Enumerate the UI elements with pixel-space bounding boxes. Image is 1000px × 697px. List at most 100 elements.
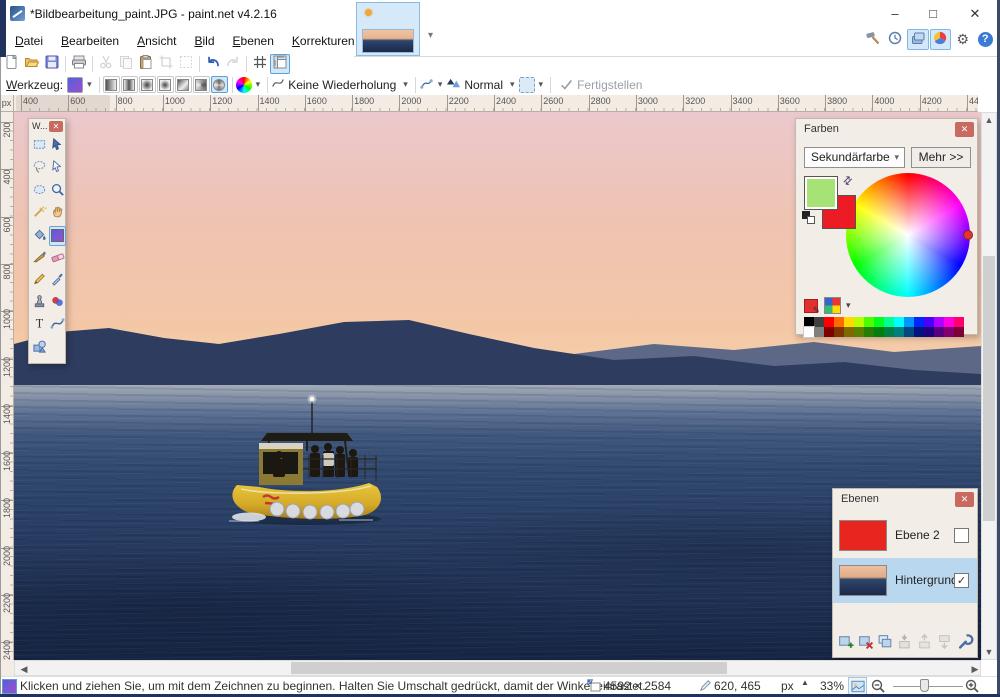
gradient-shape-linear-reflected[interactable]: [175, 76, 192, 93]
swap-colors-icon[interactable]: ⇄: [840, 173, 856, 189]
canvas-image[interactable]: W... ✕ T Farben ✕ Sekundärfarbe▾ Mehr >>…: [14, 112, 981, 660]
palette-swatch[interactable]: [844, 317, 854, 327]
vertical-scroll-thumb[interactable]: [983, 256, 995, 521]
undo-button[interactable]: [203, 54, 223, 74]
palette-swatch[interactable]: [864, 327, 874, 337]
palette-swatch[interactable]: [904, 327, 914, 337]
gradient-shape-box[interactable]: [157, 76, 174, 93]
image-list-chevron-icon[interactable]: ▾: [428, 30, 433, 41]
menu-bild[interactable]: Bild: [185, 30, 223, 52]
tool-move-selection[interactable]: [49, 158, 66, 178]
add-layer-button[interactable]: [837, 633, 854, 653]
palette-swatch[interactable]: [834, 327, 844, 337]
horizontal-scrollbar[interactable]: ◀ ▶: [14, 660, 981, 676]
gradient-color-mode-icon[interactable]: [236, 77, 252, 93]
history-toggle-button[interactable]: [885, 29, 907, 50]
add-color-to-palette-icon[interactable]: [804, 299, 818, 313]
tool-dropdown-caret-icon[interactable]: ▾: [83, 79, 96, 90]
palette-manager-icon[interactable]: [824, 297, 841, 314]
palette-swatch[interactable]: [864, 317, 874, 327]
more-button[interactable]: Mehr >>: [911, 147, 971, 168]
layer-row-ebene-2[interactable]: Ebene 2: [833, 513, 977, 558]
palette-swatch[interactable]: [944, 327, 954, 337]
tool-paintbrush[interactable]: [31, 248, 48, 268]
primary-color-swatch[interactable]: [804, 176, 838, 210]
copy-button[interactable]: [116, 54, 136, 74]
repeat-mode-value[interactable]: Keine Wiederholung: [285, 78, 399, 92]
tool-rectangle-select[interactable]: [31, 136, 48, 156]
reset-colors-icon[interactable]: [802, 211, 815, 224]
palette-caret-icon[interactable]: ▾: [846, 300, 851, 311]
palette-swatch[interactable]: [854, 317, 864, 327]
palette-swatch[interactable]: [844, 327, 854, 337]
horizontal-scroll-thumb[interactable]: [291, 662, 727, 674]
maximize-button[interactable]: □: [916, 4, 950, 24]
crop-button[interactable]: [156, 54, 176, 74]
palette-swatch[interactable]: [824, 317, 834, 327]
deselect-button[interactable]: [176, 54, 196, 74]
move-up-button[interactable]: [917, 633, 934, 653]
antialias-icon[interactable]: [419, 76, 434, 94]
unit-selector[interactable]: px: [781, 679, 794, 693]
tool-gradient[interactable]: [49, 226, 66, 246]
rulers-button[interactable]: [270, 54, 290, 74]
cut-button[interactable]: [96, 54, 116, 74]
colors-window-header[interactable]: Farben ✕: [796, 119, 977, 141]
palette-swatch[interactable]: [924, 317, 934, 327]
color-wheel-marker[interactable]: [963, 230, 973, 240]
palette-swatch[interactable]: [934, 317, 944, 327]
minimize-button[interactable]: –: [878, 4, 912, 24]
menu-ansicht[interactable]: Ansicht: [128, 30, 185, 52]
settings-toggle-button[interactable]: ⚙: [952, 29, 974, 50]
palette-swatch[interactable]: [914, 327, 924, 337]
tools-window-header[interactable]: W... ✕: [29, 119, 65, 135]
help-toggle-button[interactable]: ?: [975, 29, 997, 50]
palette-swatch[interactable]: [894, 327, 904, 337]
palette-swatch[interactable]: [854, 327, 864, 337]
layer-row-hintergrund[interactable]: Hintergrund✓: [833, 558, 977, 603]
tool-lasso-select[interactable]: [31, 158, 48, 178]
palette-swatch[interactable]: [954, 317, 964, 327]
menu-datei[interactable]: Datei: [6, 30, 52, 52]
gradient-shape-conical[interactable]: [193, 76, 210, 93]
zoom-out-icon[interactable]: [870, 678, 886, 694]
layer-visibility-checkbox[interactable]: [954, 528, 969, 543]
gradient-shape-linear[interactable]: [103, 76, 120, 93]
vertical-scrollbar[interactable]: ▲ ▼: [981, 112, 997, 660]
repeat-caret-icon[interactable]: ▾: [399, 79, 412, 90]
duplicate-layer-button[interactable]: [877, 633, 894, 653]
close-button[interactable]: ✕: [958, 4, 992, 24]
current-tool-icon[interactable]: [67, 77, 83, 93]
open-button[interactable]: [22, 54, 42, 74]
scroll-up-icon[interactable]: ▲: [982, 115, 996, 125]
palette-swatch[interactable]: [814, 327, 824, 337]
layers-window-header[interactable]: Ebenen ✕: [833, 489, 977, 511]
palette-swatch[interactable]: [914, 317, 924, 327]
image-tab[interactable]: [356, 2, 420, 56]
paste-button[interactable]: [136, 54, 156, 74]
tool-move-selected-pixels[interactable]: [49, 136, 66, 156]
tool-eraser[interactable]: [49, 248, 66, 268]
palette-swatch[interactable]: [824, 327, 834, 337]
zoom-slider-thumb[interactable]: [920, 679, 929, 692]
palette-swatch[interactable]: [884, 317, 894, 327]
gradient-shape-spiral[interactable]: [211, 76, 228, 93]
save-button[interactable]: [42, 54, 62, 74]
palette-swatch[interactable]: [834, 317, 844, 327]
tools-toggle-button[interactable]: [862, 29, 884, 50]
palette-swatch[interactable]: [924, 327, 934, 337]
tool-line-curve[interactable]: [49, 315, 66, 335]
tool-color-picker[interactable]: [49, 270, 66, 290]
blend-mode-value[interactable]: Normal: [461, 78, 506, 92]
merge-down-button[interactable]: [897, 633, 914, 653]
gradient-shape-radial[interactable]: [139, 76, 156, 93]
palette-swatch[interactable]: [944, 317, 954, 327]
move-down-button[interactable]: [937, 633, 954, 653]
properties-button[interactable]: [957, 633, 974, 653]
scroll-down-icon[interactable]: ▼: [982, 647, 996, 657]
tool-shapes[interactable]: [31, 338, 48, 358]
menu-korrekturen[interactable]: Korrekturen: [283, 30, 364, 52]
color-mode-caret-icon[interactable]: ▾: [252, 79, 265, 90]
selection-mode-caret-icon[interactable]: ▾: [535, 79, 548, 90]
palette-swatch[interactable]: [884, 327, 894, 337]
